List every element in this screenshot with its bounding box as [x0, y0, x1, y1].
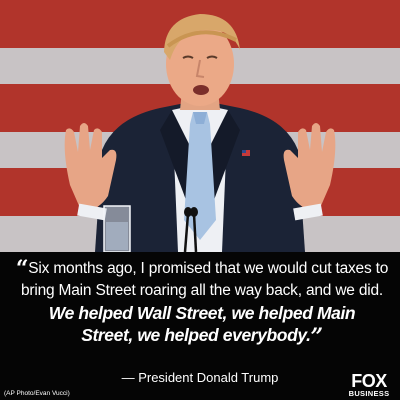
- svg-text:BUSINESS: BUSINESS: [349, 389, 390, 398]
- quote-line-1: “Six months ago, I promised that we woul…: [15, 256, 389, 282]
- caption-panel: “Six months ago, I promised that we woul…: [0, 252, 400, 400]
- quote-line-2: bring Main Street roaring all the way ba…: [20, 282, 384, 299]
- svg-text:FOX: FOX: [351, 371, 387, 391]
- photo-credit: (AP Photo/Evan Vucci): [4, 390, 70, 397]
- fox-business-logo-icon: FOX BUSINESS: [341, 370, 397, 398]
- social-media-graphic: “Six months ago, I promised that we woul…: [0, 0, 400, 400]
- open-quote-mark: “: [15, 256, 29, 282]
- speaker-illustration: [0, 0, 400, 252]
- quote-text: “Six months ago, I promised that we woul…: [10, 258, 394, 348]
- attribution: — President Donald Trump: [121, 370, 279, 385]
- quote-line-4: Street, we helped everybody.”: [81, 324, 324, 350]
- quote-line-3: We helped Wall Street, we helped Main: [48, 303, 356, 323]
- close-quote-mark: ”: [310, 324, 324, 350]
- speaker-photo: [0, 0, 400, 252]
